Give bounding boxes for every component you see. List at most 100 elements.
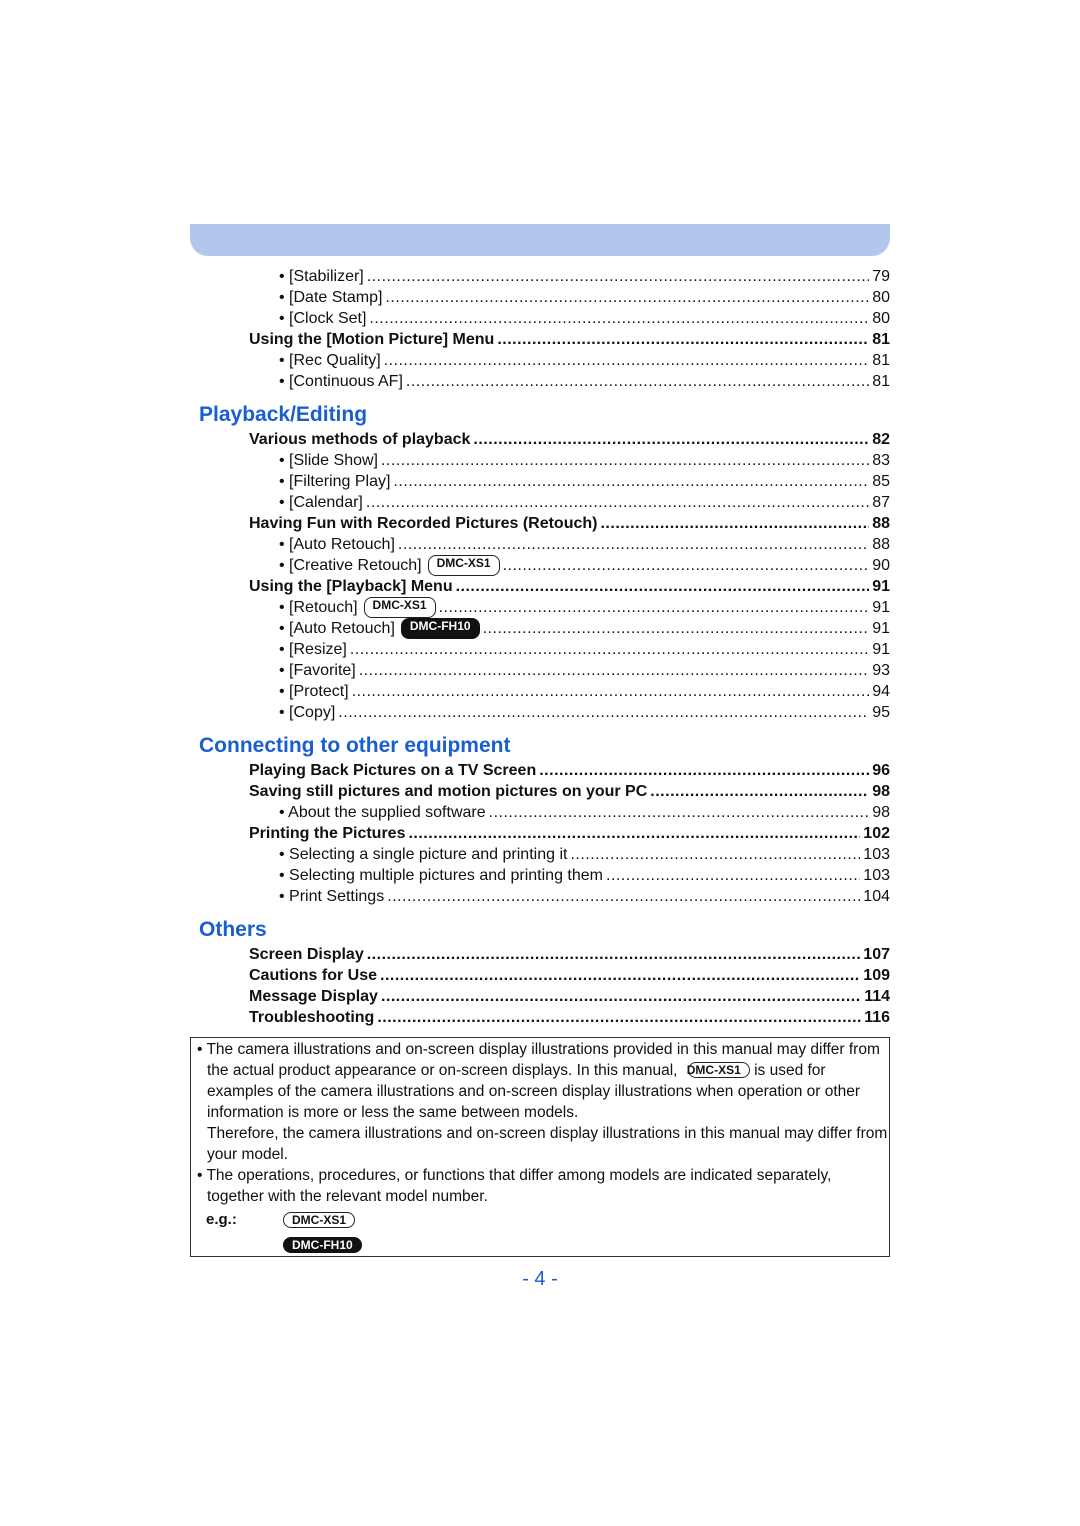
toc-entry-label: • [Rec Quality] (279, 351, 381, 369)
toc-page-number: 88 (872, 514, 890, 532)
section-heading[interactable]: Playback/Editing (190, 392, 890, 429)
dot-leader (489, 802, 870, 823)
toc-entry-label: Message Display (249, 987, 378, 1005)
dot-leader (381, 450, 869, 471)
dot-leader (473, 429, 869, 450)
toc-entry-label: • [Copy] (279, 703, 336, 721)
toc-entry-label: • [Date Stamp] (279, 288, 383, 306)
toc-entry[interactable]: • [Filtering Play] 85 (190, 471, 890, 492)
toc-entry[interactable]: Using the [Playback] Menu 91 (190, 576, 890, 597)
model-badge: DMC-XS1 (427, 554, 500, 576)
toc-entry[interactable]: Troubleshooting 116 (190, 1007, 890, 1028)
toc-entry-label: • [Calendar] (279, 493, 363, 511)
toc-entry[interactable]: • [Copy] 95 (190, 702, 890, 723)
toc-entry[interactable]: • Print Settings 104 (190, 886, 890, 907)
toc-entry[interactable]: • [Creative Retouch] DMC-XS1 90 (190, 554, 890, 576)
toc-entry[interactable]: • [Clock Set] 80 (190, 308, 890, 329)
toc-entry[interactable]: • [Slide Show] 83 (190, 450, 890, 471)
toc-entry-label: Playing Back Pictures on a TV Screen (249, 761, 537, 779)
toc-entry[interactable]: • [Resize] 91 (190, 639, 890, 660)
toc-entry[interactable]: Various methods of playback 82 (190, 429, 890, 450)
note-box: • The camera illustrations and on-screen… (190, 1037, 890, 1257)
toc-entry[interactable]: • [Date Stamp] 80 (190, 287, 890, 308)
toc-page-number: 93 (872, 661, 890, 679)
toc-entry-label: Using the [Playback] Menu (249, 577, 453, 595)
dot-leader (359, 660, 869, 681)
toc-page-number: 107 (863, 945, 890, 963)
dot-leader (600, 513, 869, 534)
toc-entry-label: Cautions for Use (249, 966, 378, 984)
toc-entry[interactable]: • Selecting multiple pictures and printi… (190, 865, 890, 886)
toc-entry[interactable]: Message Display 114 (190, 986, 890, 1007)
toc-entry[interactable]: • Selecting a single picture and printin… (190, 844, 890, 865)
toc-entry[interactable]: Having Fun with Recorded Pictures (Retou… (190, 513, 890, 534)
toc-entry[interactable]: • [Calendar] 87 (190, 492, 890, 513)
toc-entry-label: • [Stabilizer] (279, 267, 364, 285)
toc-entry[interactable]: Saving still pictures and motion picture… (190, 781, 890, 802)
toc-page-number: 96 (872, 761, 890, 779)
toc-entry[interactable]: • [Protect] 94 (190, 681, 890, 702)
dot-leader (380, 965, 860, 986)
table-of-contents: • [Stabilizer] 79 • [Date Stamp]80• [Clock… (190, 266, 890, 1028)
toc-entry-label: • [Continuous AF] (279, 372, 403, 390)
toc-entry[interactable]: • [Auto Retouch] DMC-FH10 91 (190, 617, 890, 639)
note-paragraph: • The operations, procedures, or functio… (197, 1167, 832, 1205)
dot-leader (439, 597, 870, 618)
toc-page-number: 98 (872, 803, 890, 821)
toc-entry[interactable]: • [Favorite] 93 (190, 660, 890, 681)
dot-leader (393, 471, 869, 492)
toc-page-number: 103 (863, 845, 890, 863)
toc-entry[interactable]: • About the supplied software 98 (190, 802, 890, 823)
toc-entry[interactable]: • [Retouch] DMC-XS1 91 (190, 596, 890, 618)
toc-entry-label: • [Retouch] (279, 598, 358, 616)
dot-leader (606, 865, 860, 886)
toc-page-number: 85 (872, 472, 890, 490)
toc-entry[interactable]: • [Continuous AF] 81 (190, 371, 890, 392)
toc-entry[interactable]: • [Auto Retouch] 88 (190, 534, 890, 555)
dot-leader (539, 760, 869, 781)
toc-entry[interactable]: Playing Back Pictures on a TV Screen 96 (190, 760, 890, 781)
toc-page-number: 81 (872, 372, 890, 390)
toc-page-number: 94 (872, 682, 890, 700)
dot-leader (366, 492, 869, 513)
toc-entry[interactable]: Cautions for Use 109 (190, 965, 890, 986)
section-heading[interactable]: Others (190, 907, 890, 944)
toc-entry-label: • [Filtering Play] (279, 472, 391, 490)
toc-entry-label: • [Auto Retouch] (279, 619, 395, 637)
toc-page-number: 104 (863, 887, 890, 905)
toc-entry[interactable]: • [Stabilizer] 79 (190, 266, 890, 287)
toc-entry-label: • Print Settings (279, 887, 385, 905)
toc-entry-label: Using the [Motion Picture] Menu (249, 330, 495, 348)
toc-page-number: 79 (872, 267, 890, 285)
toc-page-number: 102 (863, 824, 890, 842)
section-heading[interactable]: Connecting to other equipment (190, 723, 890, 760)
toc-entry-label: • [Auto Retouch] (279, 535, 395, 553)
dot-leader (369, 308, 869, 329)
toc-page-number: 91 (872, 577, 890, 595)
example-row: DMC-FH10 (191, 1232, 889, 1257)
page-number: - 4 - (522, 1268, 558, 1290)
toc-entry[interactable]: Using the [Motion Picture] Menu 81 (190, 329, 890, 350)
toc-entry[interactable]: Screen Display 107 (190, 944, 890, 965)
dot-leader (350, 639, 869, 660)
dot-leader (352, 681, 870, 702)
dot-leader (570, 844, 860, 865)
dot-leader (338, 702, 869, 723)
toc-page-number: 116 (864, 1008, 890, 1026)
dot-leader (483, 618, 870, 639)
note-paragraph: Therefore, the camera illustrations and … (207, 1125, 888, 1163)
toc-page-number: 81 (872, 351, 890, 369)
toc-page-number: 103 (863, 866, 890, 884)
dot-leader (408, 823, 860, 844)
model-badge-xs1: DMC-XS1 (283, 1211, 356, 1228)
dot-leader (381, 986, 861, 1007)
toc-page-number: 88 (872, 535, 890, 553)
toc-entry-label: Saving still pictures and motion picture… (249, 782, 648, 800)
dot-leader (384, 350, 870, 371)
model-badge: DMC-XS1 (363, 596, 436, 618)
toc-entry-label: Various methods of playback (249, 430, 471, 448)
toc-entry[interactable]: Printing the Pictures 102 (190, 823, 890, 844)
toc-entry[interactable]: • [Rec Quality] 81 (190, 350, 890, 371)
toc-page-number: 82 (872, 430, 890, 448)
toc-page-number: 90 (872, 556, 890, 574)
